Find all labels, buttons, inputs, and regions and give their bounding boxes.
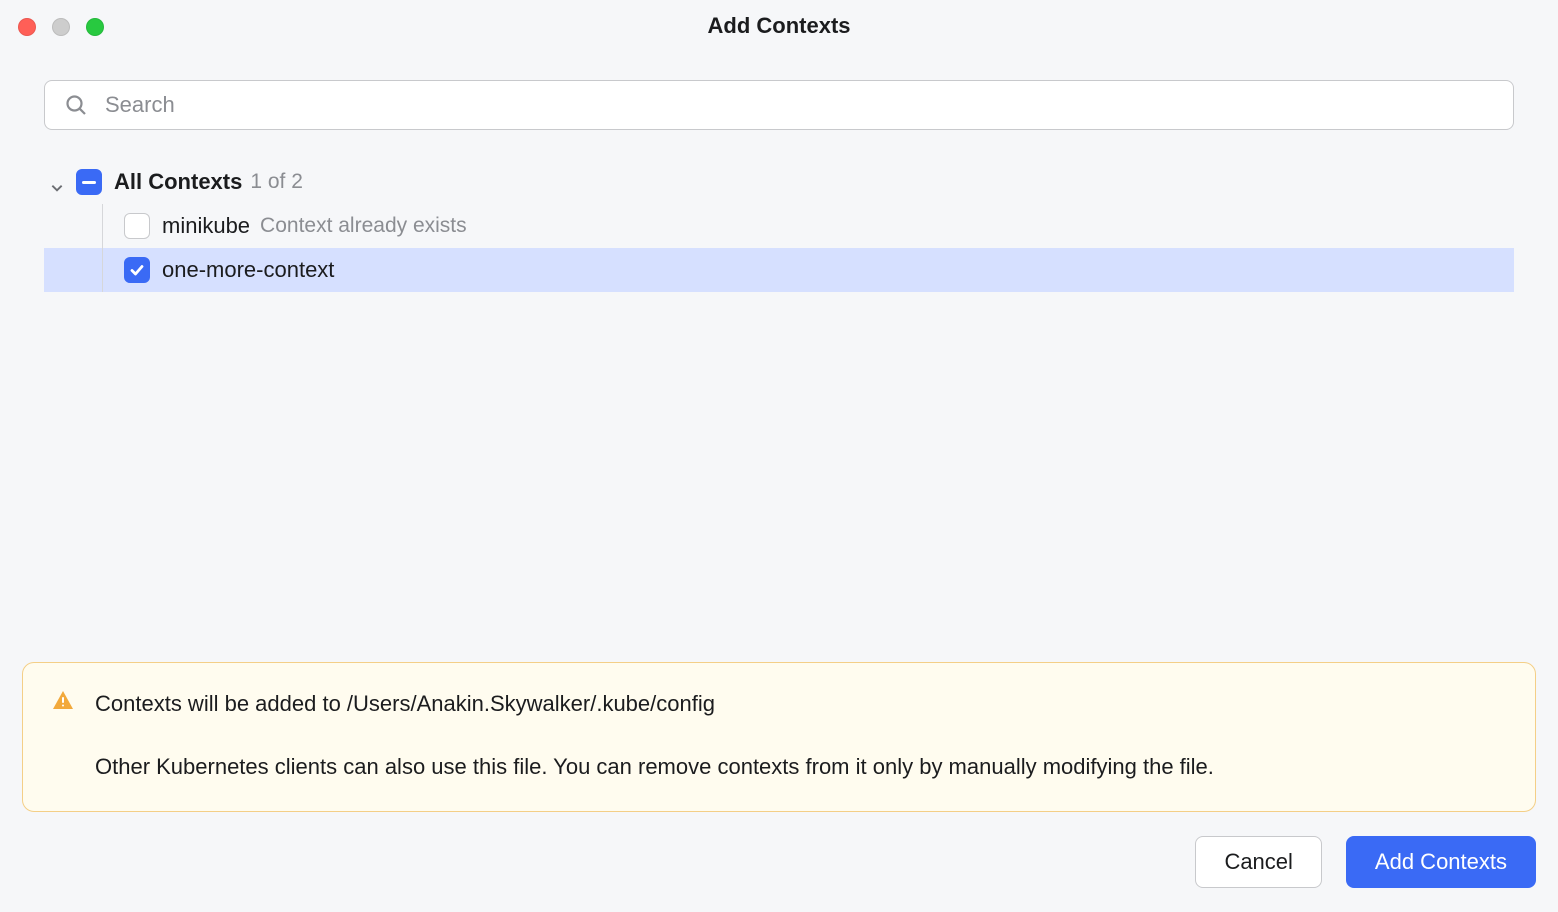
tree-item-label: minikube: [162, 213, 250, 239]
tree-root-count: 1 of 2: [250, 170, 303, 194]
checkbox-checked[interactable]: [124, 257, 150, 283]
search-field: [44, 80, 1514, 130]
search-input[interactable]: [44, 80, 1514, 130]
warning-line-1: Contexts will be added to /Users/Anakin.…: [95, 687, 1214, 720]
tree-item-label: one-more-context: [162, 257, 334, 283]
tree-root-label: All Contexts: [114, 169, 242, 195]
warning-icon: [51, 689, 75, 713]
minimize-window-button[interactable]: [52, 18, 70, 36]
search-icon: [64, 93, 88, 117]
tree-item-one-more-context[interactable]: one-more-context: [44, 248, 1514, 292]
root-checkbox-indeterminate[interactable]: [76, 169, 102, 195]
checkbox-unchecked[interactable]: [124, 213, 150, 239]
dialog-title: Add Contexts: [708, 13, 851, 39]
tree-item-note: Context already exists: [260, 214, 467, 238]
maximize-window-button[interactable]: [86, 18, 104, 36]
contexts-tree: All Contexts 1 of 2 minikube Context alr…: [44, 160, 1514, 662]
tree-item-minikube[interactable]: minikube Context already exists: [44, 204, 1514, 248]
dialog-window: Add Contexts All: [0, 0, 1558, 912]
warning-notice: Contexts will be added to /Users/Anakin.…: [22, 662, 1536, 812]
add-contexts-button[interactable]: Add Contexts: [1346, 836, 1536, 888]
dialog-footer: Cancel Add Contexts: [0, 836, 1558, 912]
cancel-button[interactable]: Cancel: [1195, 836, 1321, 888]
tree-root-row[interactable]: All Contexts 1 of 2: [44, 160, 1514, 204]
warning-text: Contexts will be added to /Users/Anakin.…: [95, 687, 1214, 783]
close-window-button[interactable]: [18, 18, 36, 36]
titlebar: Add Contexts: [0, 0, 1558, 52]
dialog-content: All Contexts 1 of 2 minikube Context alr…: [0, 52, 1558, 662]
warning-line-2: Other Kubernetes clients can also use th…: [95, 750, 1214, 783]
window-controls: [18, 18, 104, 36]
chevron-down-icon[interactable]: [50, 175, 64, 189]
